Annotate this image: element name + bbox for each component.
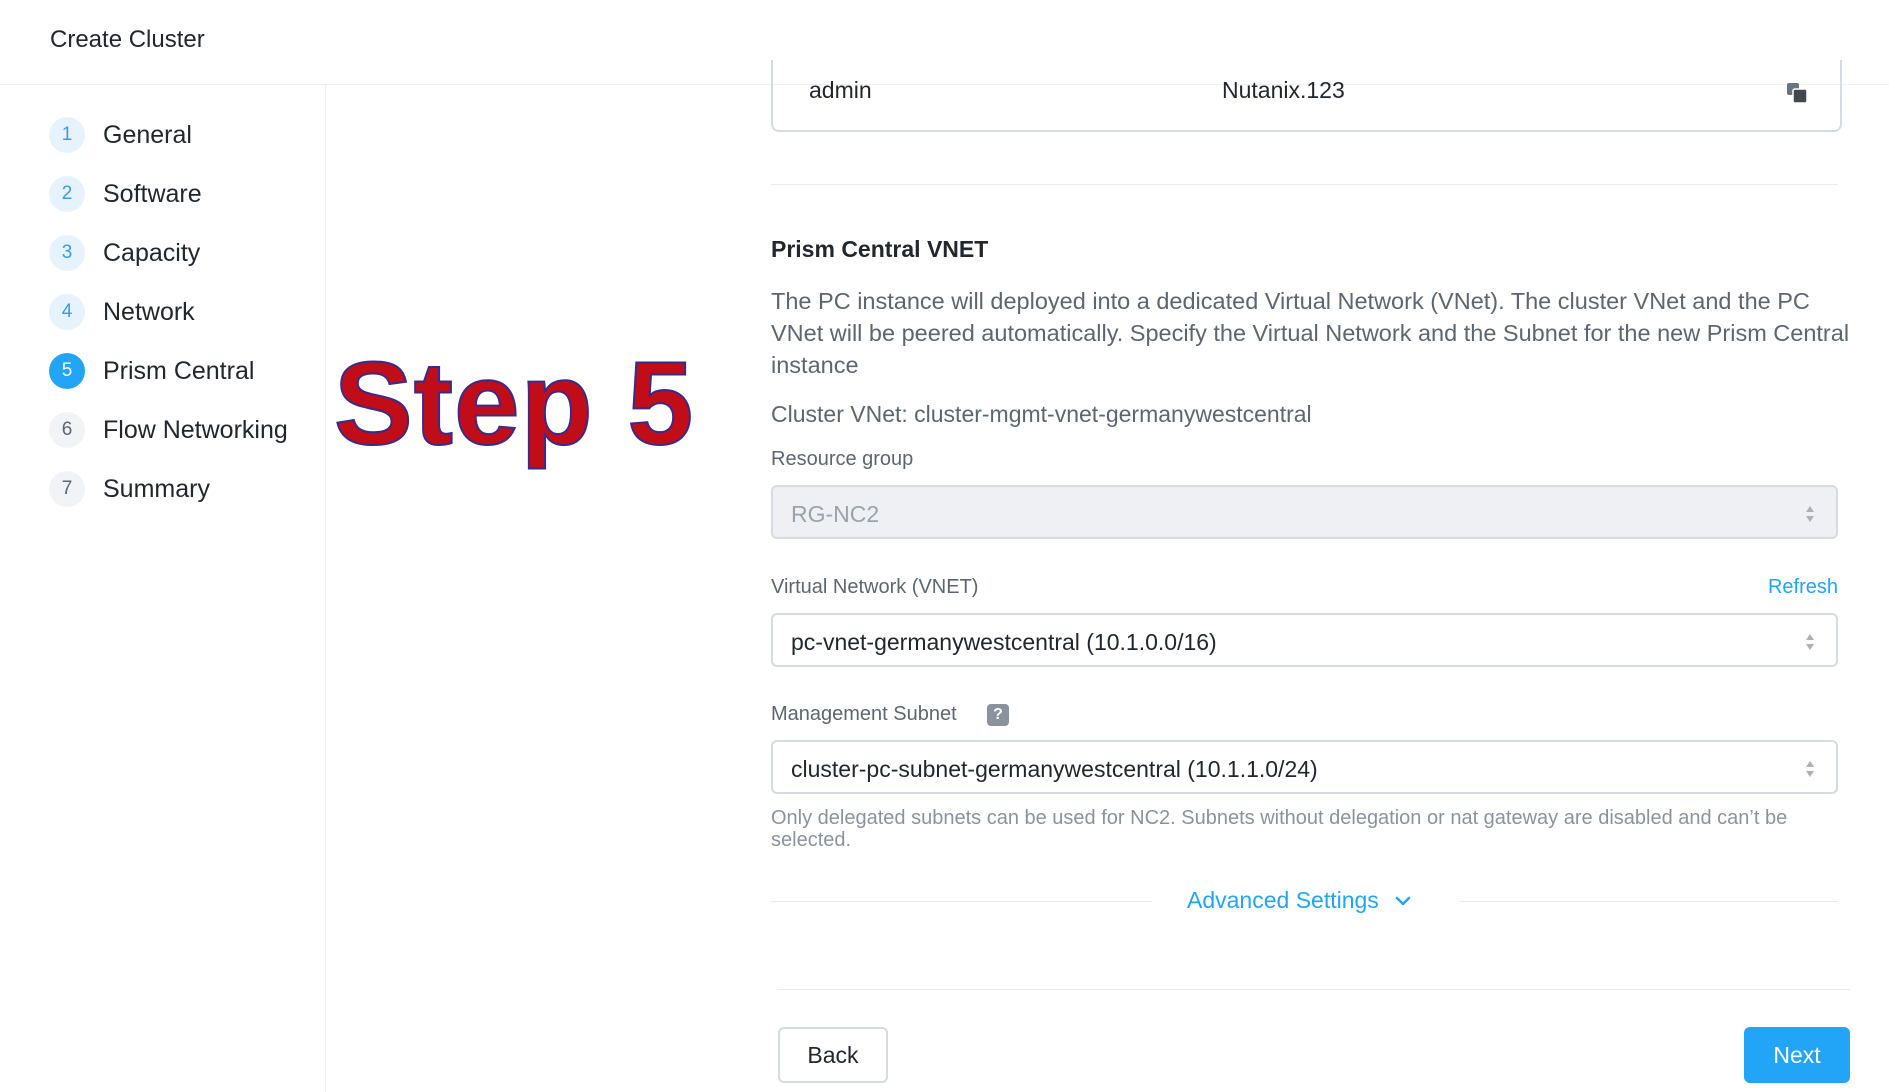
step-network[interactable]: 4 Network [49,292,195,332]
vnet-select[interactable]: pc-vnet-germanywestcentral (10.1.0.0/16) [771,613,1838,667]
subnet-hint: Only delegated subnets can be used for N… [771,807,1788,851]
step-label: Capacity [103,238,201,267]
resource-group-label: Resource group [771,448,914,470]
sort-arrows-icon [1806,634,1814,650]
section-description: The PC instance will deployed into a ded… [771,288,1850,378]
sort-arrows-icon [1806,506,1814,522]
step-number: 2 [49,176,85,212]
next-button[interactable]: Next [1744,1027,1850,1083]
wizard-sidebar: 1 General 2 Software 3 Capacity 4 Networ… [0,85,326,1092]
password-value: Nutanix.123 [1222,77,1345,103]
refresh-link[interactable]: Refresh [1768,576,1838,599]
resource-group-select: RG-NC2 [771,485,1838,539]
advanced-divider-left [771,901,1152,902]
section-divider [771,184,1838,185]
step-label: Prism Central [103,356,255,385]
step-label: Network [103,297,195,326]
step-capacity[interactable]: 3 Capacity [49,233,200,273]
step-number: 1 [49,117,85,153]
step-number: 7 [49,471,85,507]
resource-group-value: RG-NC2 [791,501,880,527]
subnet-value: cluster-pc-subnet-germanywestcentral (10… [791,756,1318,782]
advanced-settings-toggle[interactable]: Advanced Settings [1187,887,1411,914]
sort-arrows-icon [1806,761,1814,777]
advanced-settings-label: Advanced Settings [1187,887,1379,913]
vnet-value: pc-vnet-germanywestcentral (10.1.0.0/16) [791,629,1217,655]
copy-icon[interactable] [1786,82,1808,104]
step-number: 4 [49,294,85,330]
subnet-label: Management Subnet [771,703,957,725]
step-label: Flow Networking [103,415,288,444]
step-flow-networking[interactable]: 6 Flow Networking [49,410,288,450]
step-label: General [103,120,192,149]
step-general[interactable]: 1 General [49,115,192,155]
cluster-vnet-text: Cluster VNet: cluster-mgmt-vnet-germanyw… [771,401,1312,427]
footer-divider [777,989,1850,990]
step-software[interactable]: 2 Software [49,174,202,214]
step-summary[interactable]: 7 Summary [49,469,210,509]
section-title: Prism Central VNET [771,236,989,262]
step-prism-central[interactable]: 5 Prism Central [49,351,254,391]
vnet-label: Virtual Network (VNET) [771,576,979,598]
credentials-row: admin Nutanix.123 [771,60,1842,132]
step-label: Summary [103,474,210,503]
step-annotation-overlay: Step 5 [333,338,695,470]
step-number: 6 [49,412,85,448]
step-label: Software [103,179,202,208]
username-value: admin [809,77,872,103]
chevron-down-icon [1395,896,1411,905]
subnet-select[interactable]: cluster-pc-subnet-germanywestcentral (10… [771,740,1838,794]
dialog-title: Create Cluster [50,26,205,53]
step-number: 3 [49,235,85,271]
back-button[interactable]: Back [778,1027,888,1083]
advanced-divider-right [1460,901,1838,902]
step-number: 5 [49,353,85,389]
help-icon[interactable]: ? [987,704,1009,726]
